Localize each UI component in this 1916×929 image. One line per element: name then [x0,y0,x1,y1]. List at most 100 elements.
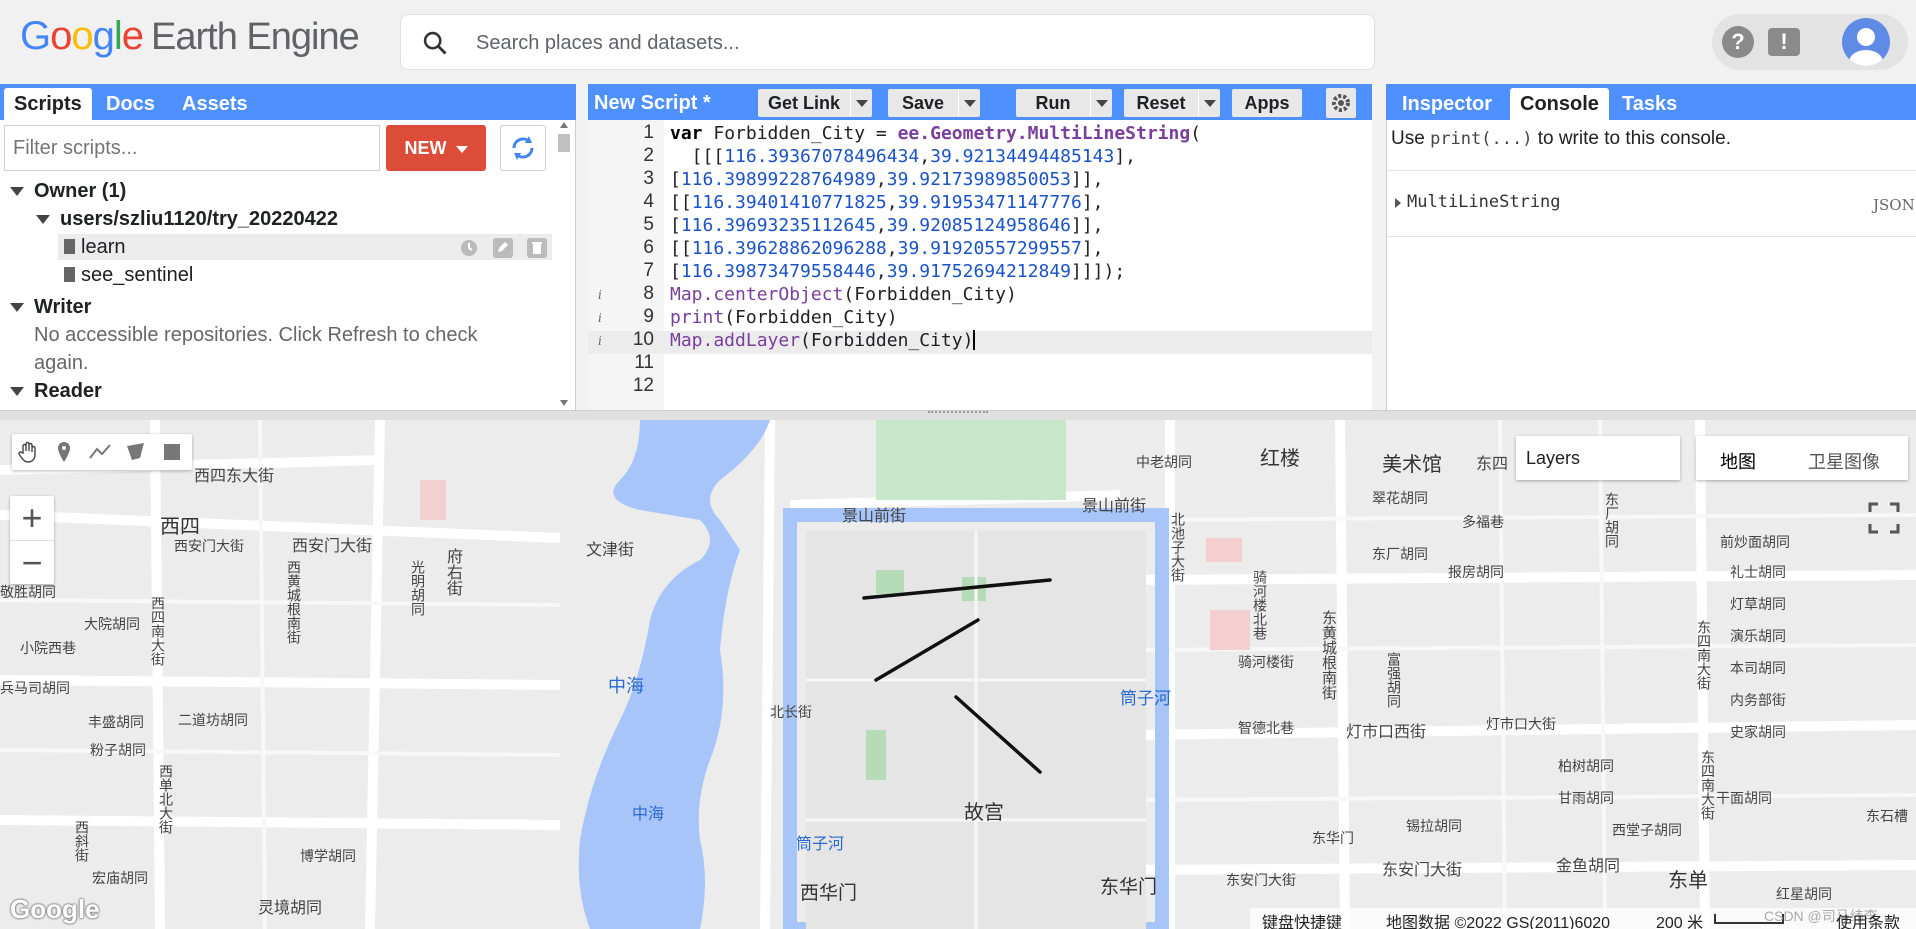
keyboard-shortcuts-link[interactable]: 键盘快捷键 [1262,909,1342,929]
line-number: 1 [643,122,654,143]
edit-icon[interactable] [492,238,514,258]
marker-icon[interactable] [52,440,76,464]
search-input[interactable] [476,27,1356,59]
gear-icon[interactable] [1326,88,1356,118]
code-line-8: Map.centerObject(Forbidden_City) [670,284,1017,305]
map-label: 干面胡同 [1716,790,1772,806]
tab-assets[interactable]: Assets [172,88,258,120]
json-button[interactable]: JSON [1873,196,1915,214]
expand-triangle-icon[interactable] [1395,198,1401,208]
code-line-10: Map.addLayer(Forbidden_City) [670,330,976,351]
map-label: 西四 [160,516,200,538]
tree-repo[interactable]: users/szliu1120/try_20220422 [36,208,338,231]
line-number: 2 [643,145,654,166]
map-label: 灯草胡同 [1730,596,1786,612]
console-output-item[interactable]: MultiLineString [1407,192,1561,212]
chevron-down-icon[interactable] [1198,89,1220,117]
chevron-down-icon[interactable] [850,89,872,117]
chevron-down-icon[interactable] [1090,89,1112,117]
tab-scripts[interactable]: Scripts [4,88,92,120]
expand-triangle-icon [36,215,50,225]
map-type-map[interactable]: 地图 [1720,448,1756,474]
layers-button[interactable]: Layers [1516,436,1680,480]
avatar[interactable] [1842,18,1890,66]
map-label: 西安门大街 [174,538,244,554]
refresh-button[interactable] [500,125,546,171]
info-icon[interactable]: i [598,334,608,348]
chevron-down-icon[interactable] [958,89,980,117]
map-label: 东安门大街 [1226,872,1296,888]
line-number: 11 [634,352,654,373]
new-button[interactable]: NEW [386,125,486,171]
map-label: 敬胜胡同 [0,584,56,600]
map-label: 骑河楼北巷 [1252,570,1268,640]
map-label: 东安门大街 [1382,862,1463,879]
reset-label: Reset [1136,93,1186,113]
line-number: 5 [643,214,654,235]
divider [1387,170,1916,171]
tab-console[interactable]: Console [1510,88,1609,120]
tab-inspector[interactable]: Inspector [1392,88,1502,120]
apps-button[interactable]: Apps [1232,89,1302,117]
map-label: 光明胡同 [410,560,426,616]
map-label: 骑河楼街 [1238,654,1294,670]
scroll-down-icon[interactable] [560,400,568,406]
code-line-3: [116.39899228764989,39.92173989850053]], [670,169,1104,190]
filter-scripts-input[interactable] [4,125,380,171]
google-earth-engine-logo[interactable]: Google Earth Engine [20,14,360,59]
scroll-up-icon[interactable] [560,122,568,128]
tree-reader-label: Reader [34,380,102,402]
feedback-icon[interactable]: ! [1768,28,1800,56]
reset-button[interactable]: Reset [1124,89,1220,117]
get-link-button[interactable]: Get Link [758,89,872,117]
polygon-tool-icon[interactable] [124,440,148,464]
tab-docs[interactable]: Docs [96,88,165,120]
line-number: 8 [643,283,654,304]
line-tool-icon[interactable] [88,440,112,464]
google-logo: Google [10,894,100,924]
code-editor[interactable]: 1 2 3 4 5 6 7 8 9 10 11 12 i i i var For… [588,120,1372,410]
scripts-scrollbar[interactable] [556,120,572,410]
delete-icon[interactable] [526,238,548,258]
code-function: print [670,307,725,328]
tree-file-see-sentinel[interactable]: see_sentinel [64,264,193,287]
map-label: 翠花胡同 [1372,490,1428,506]
code-text: , [886,238,898,259]
run-button[interactable]: Run [1016,89,1112,117]
map-label: 东单 [1668,870,1708,892]
map-label: 东厂胡同 [1372,546,1428,562]
rectangle-tool-icon[interactable] [160,440,184,464]
writer-empty-message: No accessible repositories. Click Refres… [34,324,478,346]
zoom-in-button[interactable]: + [10,496,54,540]
map-label: 锡拉胡同 [1406,818,1462,834]
history-icon[interactable] [458,238,480,258]
tree-file-learn[interactable]: learn [64,236,125,259]
scroll-thumb[interactable] [558,134,570,152]
code-number: 116.39628862096288 [691,238,887,259]
scale-label[interactable]: 200 米 [1656,909,1703,929]
map-label: 报房胡同 [1448,564,1504,580]
map-view[interactable]: 西四东大街 西四 西安门大街 西安门大街 文津街 景山前街 景山前街 中老胡同 … [0,420,1916,929]
tree-reader-section[interactable]: Reader [10,380,102,403]
info-icon[interactable]: i [598,311,608,325]
tree-writer-section[interactable]: Writer [10,296,92,319]
drag-handle[interactable] [928,411,988,417]
tree-owner-section[interactable]: Owner (1) [10,180,127,203]
logo-letter: g [92,14,115,58]
info-icon[interactable]: i [598,288,608,302]
script-title[interactable]: New Script * [594,92,711,115]
code-text: (Forbidden_City) [843,284,1017,305]
help-icon[interactable]: ? [1722,26,1754,58]
save-button[interactable]: Save [888,89,980,117]
pan-hand-icon[interactable] [16,440,40,464]
logo-letter: e [121,14,144,58]
panel-splitter[interactable] [0,410,1916,420]
tab-tasks[interactable]: Tasks [1612,88,1687,120]
zoom-out-button[interactable]: − [10,540,54,584]
terms-link[interactable]: 使用条款 [1836,909,1900,929]
file-label: learn [81,236,126,258]
divider [1387,236,1916,237]
fullscreen-icon[interactable] [1866,500,1902,536]
map-type-satellite[interactable]: 卫星图像 [1808,448,1880,474]
code-line-7: [116.39873479558446,39.91752694212849]]]… [670,261,1125,282]
